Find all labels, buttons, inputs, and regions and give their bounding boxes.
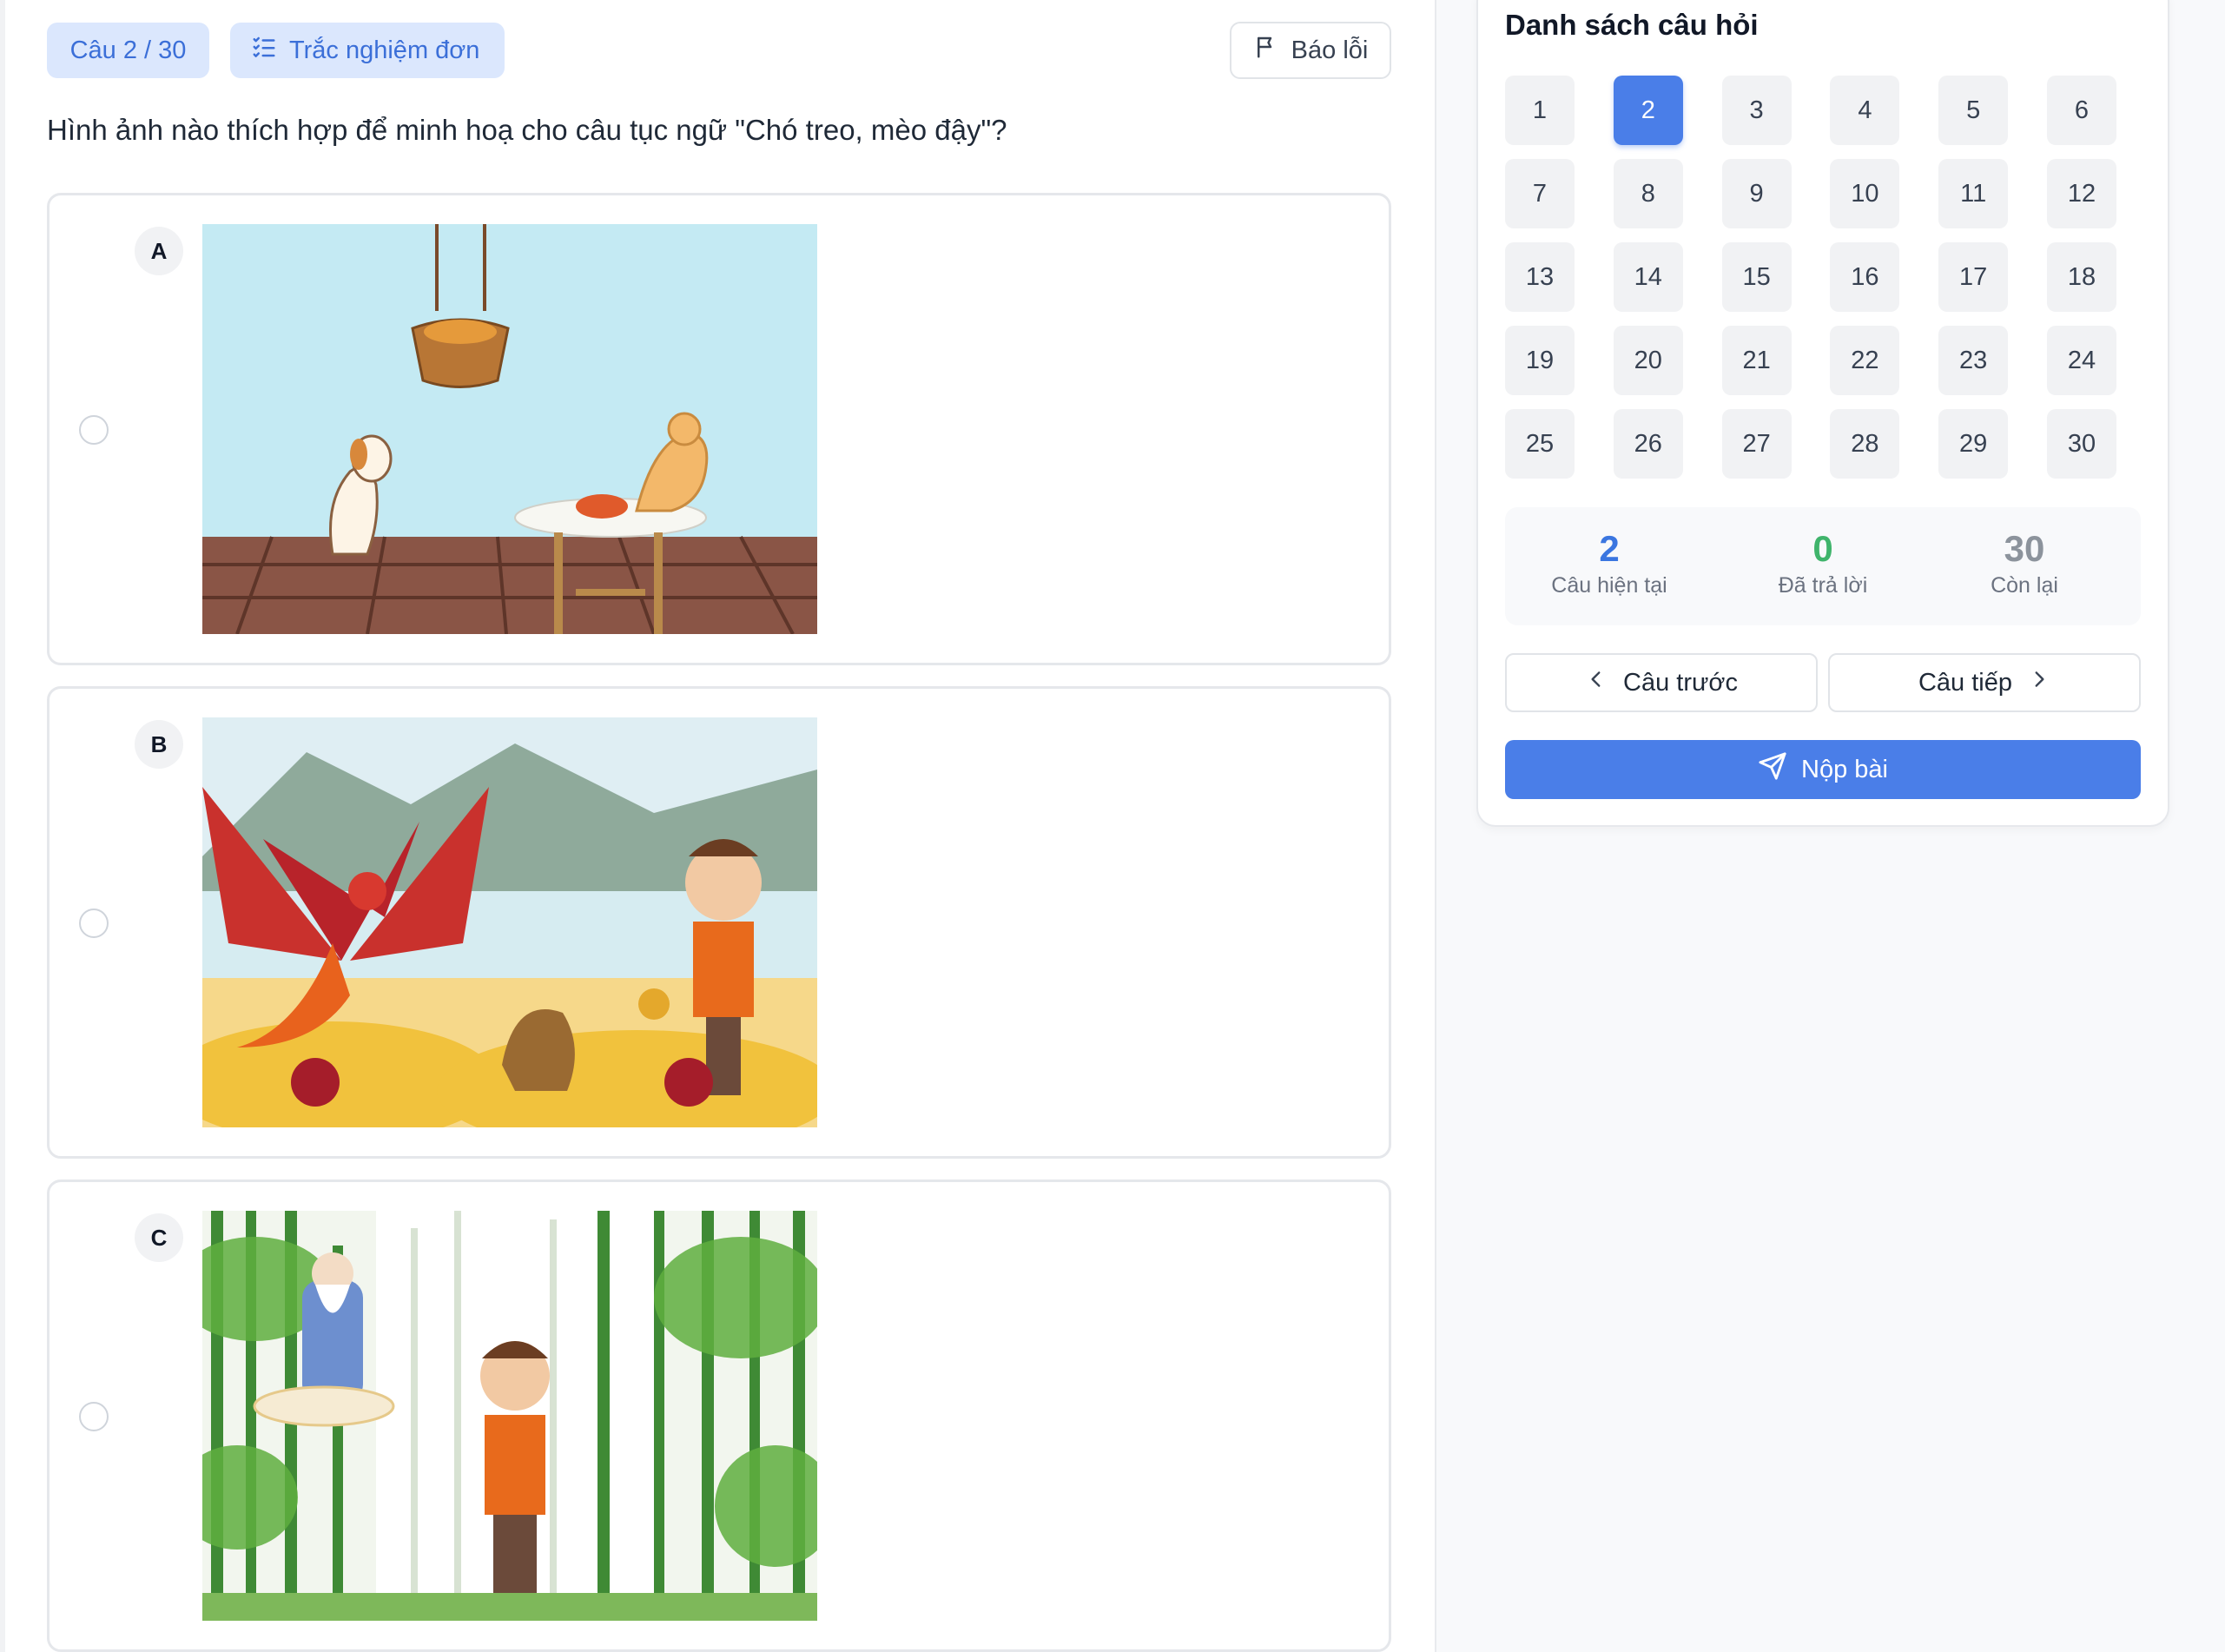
- question-nav-button[interactable]: 15: [1721, 242, 1792, 312]
- progress-stats: 2 Câu hiện tại 0 Đã trả lời 30 Còn lại: [1505, 507, 2141, 625]
- question-nav-button[interactable]: 30: [2046, 409, 2116, 479]
- question-type-text: Trắc nghiệm đơn: [289, 36, 480, 64]
- question-nav-button[interactable]: 10: [1830, 159, 1900, 228]
- question-nav-button[interactable]: 5: [1938, 76, 2009, 145]
- question-nav-button[interactable]: 6: [2046, 76, 2116, 145]
- question-nav-button[interactable]: 3: [1721, 76, 1792, 145]
- question-nav-button[interactable]: 22: [1830, 326, 1900, 395]
- question-nav-button[interactable]: 9: [1721, 159, 1792, 228]
- prev-question-label: Câu trước: [1623, 668, 1738, 697]
- option-a-letter: A: [135, 227, 183, 275]
- submit-button[interactable]: Nộp bài: [1505, 740, 2141, 799]
- question-nav-button[interactable]: 12: [2046, 159, 2116, 228]
- left-edge-strip: [0, 0, 5, 1652]
- flag-icon: [1253, 34, 1279, 67]
- question-nav-button[interactable]: 21: [1721, 326, 1792, 395]
- option-b-letter: B: [135, 720, 183, 769]
- option-b-radio[interactable]: [79, 909, 109, 938]
- question-nav-button[interactable]: 11: [1938, 159, 2009, 228]
- stat-answered-label: Đã trả lời: [1778, 573, 1868, 598]
- prev-question-button[interactable]: Câu trước: [1505, 653, 1818, 712]
- next-question-label: Câu tiếp: [1918, 668, 2012, 697]
- report-error-button[interactable]: Báo lỗi: [1230, 22, 1391, 79]
- question-nav-button[interactable]: 17: [1938, 242, 2009, 312]
- question-nav-button[interactable]: 16: [1830, 242, 1900, 312]
- option-c[interactable]: C: [47, 1180, 1391, 1652]
- chevron-left-icon: [1585, 668, 1608, 697]
- option-a-radio[interactable]: [79, 415, 109, 445]
- stat-remaining: 30 Còn lại: [1920, 528, 2129, 598]
- stat-answered: 0 Đã trả lời: [1719, 528, 1927, 598]
- question-list-title: Danh sách câu hỏi: [1505, 9, 1759, 41]
- option-b-image: [202, 717, 817, 1127]
- question-type-badge: Trắc nghiệm đơn: [230, 23, 505, 78]
- checklist-icon: [251, 34, 277, 67]
- question-nav-button[interactable]: 4: [1830, 76, 1900, 145]
- option-c-letter: C: [135, 1213, 183, 1262]
- stat-answered-value: 0: [1812, 528, 1833, 569]
- question-nav-button[interactable]: 13: [1505, 242, 1575, 312]
- question-nav-button[interactable]: 23: [1938, 326, 2009, 395]
- stat-remaining-label: Còn lại: [1991, 573, 2058, 598]
- question-nav-button[interactable]: 20: [1613, 326, 1683, 395]
- question-counter-text: Câu 2 / 30: [69, 36, 187, 64]
- question-nav-button[interactable]: 18: [2046, 242, 2116, 312]
- option-c-image: [202, 1211, 817, 1621]
- question-nav-button[interactable]: 25: [1505, 409, 1575, 479]
- question-nav-button[interactable]: 26: [1613, 409, 1683, 479]
- option-c-radio[interactable]: [79, 1402, 109, 1431]
- question-counter-badge: Câu 2 / 30: [47, 23, 209, 78]
- send-icon: [1758, 751, 1787, 788]
- stat-current-label: Câu hiện tại: [1551, 573, 1667, 598]
- stat-current: 2 Câu hiện tại: [1505, 528, 1713, 598]
- next-question-button[interactable]: Câu tiếp: [1828, 653, 2141, 712]
- option-b[interactable]: B: [47, 686, 1391, 1159]
- question-nav-button[interactable]: 29: [1938, 409, 2009, 479]
- question-nav-button[interactable]: 14: [1613, 242, 1683, 312]
- question-nav-button[interactable]: 7: [1505, 159, 1575, 228]
- question-nav-button[interactable]: 28: [1830, 409, 1900, 479]
- question-nav-button[interactable]: 24: [2046, 326, 2116, 395]
- submit-label: Nộp bài: [1801, 755, 1888, 783]
- option-a-image: [202, 224, 817, 634]
- question-pane: Câu 2 / 30 Trắc nghiệm đơn Báo lỗi Hình …: [0, 0, 1435, 1652]
- option-a[interactable]: A: [47, 193, 1391, 665]
- report-error-label: Báo lỗi: [1291, 36, 1369, 64]
- question-nav-button[interactable]: 27: [1721, 409, 1792, 479]
- question-nav-button[interactable]: 2: [1613, 76, 1683, 145]
- question-nav-button[interactable]: 8: [1613, 159, 1683, 228]
- stat-remaining-value: 30: [2004, 528, 2045, 569]
- stat-current-value: 2: [1599, 528, 1620, 569]
- question-text: Hình ảnh nào thích hợp để minh hoạ cho c…: [47, 114, 1007, 146]
- question-nav-button[interactable]: 1: [1505, 76, 1575, 145]
- chevron-right-icon: [2028, 668, 2050, 697]
- question-grid: 1 2 3 4 5 6 7 8 9 10 11 12 13 14 15 16 17 18 19 20 21 22 23 24 2…: [1505, 76, 2116, 479]
- question-nav-button[interactable]: 19: [1505, 326, 1575, 395]
